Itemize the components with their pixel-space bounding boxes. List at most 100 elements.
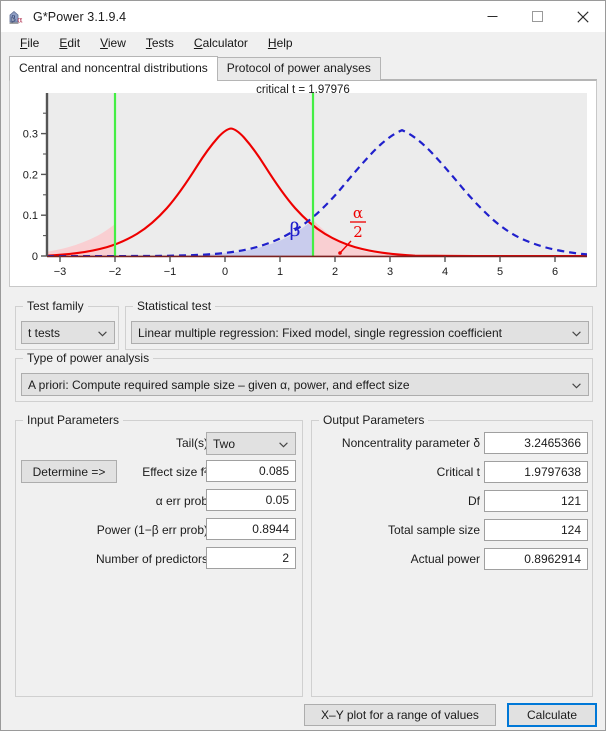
svg-text:−1: −1 — [164, 266, 177, 278]
svg-text:2: 2 — [353, 223, 363, 241]
calculate-button[interactable]: Calculate — [507, 703, 597, 727]
statistical-test-value: Linear multiple regression: Fixed model,… — [138, 325, 502, 340]
total-sample-size-output[interactable]: 124 — [484, 519, 588, 541]
plot-canvas: 0 0.1 0.2 0.3 −3 −2 −1 0 1 2 3 4 5 6 β α… — [23, 93, 587, 278]
svg-text:β: β — [11, 14, 16, 23]
close-button[interactable] — [560, 1, 605, 32]
number-of-predictors-input[interactable]: 2 — [206, 547, 296, 569]
test-family-legend: Test family — [23, 299, 88, 313]
power-analysis-type-value: A priori: Compute required sample size –… — [28, 377, 410, 392]
output-parameters-group: Output Parameters Noncentrality paramete… — [311, 413, 593, 697]
minimize-button[interactable] — [470, 1, 515, 32]
total-sample-size-label: Total sample size — [387, 523, 480, 537]
effect-size-label: Effect size f² — [142, 465, 208, 479]
svg-text:4: 4 — [442, 266, 448, 278]
menu-bar: File Edit View Tests Calculator Help — [1, 32, 605, 54]
output-parameters-legend: Output Parameters — [319, 413, 429, 427]
svg-text:5: 5 — [497, 266, 503, 278]
tails-value: Two — [213, 436, 236, 451]
statistical-test-legend: Statistical test — [133, 299, 216, 313]
distribution-plot[interactable]: critical t = 1.97976 0 0.1 0.2 0.3 −3 −2… — [9, 80, 597, 287]
power-label: Power (1−β err prob) — [96, 523, 208, 537]
svg-text:0.1: 0.1 — [23, 210, 38, 222]
tab-label: Central and noncentral distributions — [19, 61, 208, 75]
noncentrality-parameter-value: 3.2465366 — [524, 436, 581, 450]
chevron-down-icon — [572, 326, 581, 340]
total-sample-size-value: 124 — [560, 523, 581, 537]
chevron-down-icon — [572, 378, 581, 392]
svg-text:0: 0 — [222, 266, 228, 278]
beta-annotation: β — [290, 219, 301, 241]
window-controls — [470, 1, 605, 32]
input-parameters-group: Input Parameters Tail(s) Two Determine =… — [15, 413, 303, 697]
tab-strip: Central and noncentral distributions Pro… — [9, 56, 597, 81]
menu-edit[interactable]: Edit — [49, 34, 90, 52]
power-input[interactable]: 0.8944 — [206, 518, 296, 540]
gpower-app-icon: β α — [9, 8, 25, 25]
x-axis-tick-labels: −3 −2 −1 0 1 2 3 4 5 6 — [54, 266, 558, 278]
noncentrality-parameter-label: Noncentrality parameter δ — [341, 436, 480, 450]
gpower-window: β α G*Power 3.1.9.4 File Edit View Tests… — [0, 0, 606, 731]
x-axis-ticks — [59, 256, 556, 262]
window-title: G*Power 3.1.9.4 — [33, 9, 127, 24]
alpha-err-prob-input[interactable]: 0.05 — [206, 489, 296, 511]
chevron-down-icon — [279, 437, 288, 451]
statistical-test-combo[interactable]: Linear multiple regression: Fixed model,… — [131, 321, 589, 344]
test-family-combo[interactable]: t tests — [21, 321, 115, 344]
noncentrality-parameter-output[interactable]: 3.2465366 — [484, 432, 588, 454]
number-of-predictors-value: 2 — [282, 551, 289, 565]
xy-plot-button[interactable]: X–Y plot for a range of values — [304, 704, 496, 726]
tails-combo[interactable]: Two — [206, 432, 296, 455]
menu-tests[interactable]: Tests — [136, 34, 184, 52]
df-value: 121 — [560, 494, 581, 508]
critical-t-output[interactable]: 1.9797638 — [484, 461, 588, 483]
svg-text:1: 1 — [277, 266, 283, 278]
power-analysis-type-legend: Type of power analysis — [23, 351, 154, 365]
alpha-err-prob-value: 0.05 — [265, 493, 289, 507]
power-value: 0.8944 — [252, 522, 289, 536]
y-axis-tick-labels: 0 0.1 0.2 0.3 — [23, 129, 38, 263]
actual-power-label: Actual power — [410, 552, 480, 566]
svg-text:0: 0 — [32, 251, 38, 263]
title-bar: β α G*Power 3.1.9.4 — [1, 1, 605, 32]
tab-central-and-noncentral-distributions[interactable]: Central and noncentral distributions — [9, 56, 218, 81]
maximize-button[interactable] — [515, 1, 560, 32]
df-output[interactable]: 121 — [484, 490, 588, 512]
svg-text:−2: −2 — [109, 266, 122, 278]
menu-calculator[interactable]: Calculator — [184, 34, 258, 52]
actual-power-output[interactable]: 0.8962914 — [484, 548, 588, 570]
power-analysis-type-combo[interactable]: A priori: Compute required sample size –… — [21, 373, 589, 396]
effect-size-input[interactable]: 0.085 — [206, 460, 296, 482]
calculate-button-label: Calculate — [526, 708, 578, 722]
critical-t-value: 1.9797638 — [524, 465, 581, 479]
menu-help[interactable]: Help — [258, 34, 303, 52]
svg-text:3: 3 — [387, 266, 393, 278]
number-of-predictors-label: Number of predictors — [95, 552, 208, 566]
tab-protocol-of-power-analyses[interactable]: Protocol of power analyses — [216, 57, 381, 80]
tab-label: Protocol of power analyses — [226, 61, 371, 75]
svg-text:2: 2 — [332, 266, 338, 278]
menu-file[interactable]: File — [10, 34, 49, 52]
effect-size-value: 0.085 — [258, 464, 289, 478]
input-parameters-legend: Input Parameters — [23, 413, 124, 427]
menu-view[interactable]: View — [90, 34, 136, 52]
chevron-down-icon — [98, 326, 107, 340]
menu-file-rest: ile — [27, 36, 40, 50]
statistical-test-group: Statistical test Linear multiple regress… — [125, 299, 593, 350]
svg-text:α: α — [353, 204, 363, 222]
alpha-err-prob-label: α err prob — [155, 494, 208, 508]
critical-t-label: Critical t — [436, 465, 480, 479]
svg-text:0.3: 0.3 — [23, 129, 38, 141]
svg-text:6: 6 — [552, 266, 558, 278]
menu-help-rest: elp — [276, 36, 293, 50]
menu-edit-rest: dit — [67, 36, 81, 50]
menu-calculator-rest: alculator — [202, 36, 248, 50]
xy-plot-button-label: X–Y plot for a range of values — [321, 708, 479, 722]
test-family-group: Test family t tests — [15, 299, 119, 350]
actual-power-value: 0.8962914 — [524, 552, 581, 566]
power-analysis-type-group: Type of power analysis A priori: Compute… — [15, 351, 593, 402]
svg-text:−3: −3 — [54, 266, 67, 278]
df-label: Df — [468, 494, 480, 508]
svg-text:0.2: 0.2 — [23, 169, 38, 181]
menu-view-rest: iew — [107, 36, 126, 50]
